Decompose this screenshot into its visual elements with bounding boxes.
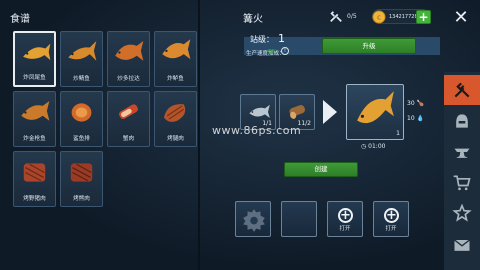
roast-leg-icon <box>163 104 186 122</box>
plus-circle-icon: + <box>384 208 399 223</box>
fish-perch-icon <box>162 39 191 60</box>
recipe-card-tuna[interactable]: 炸金枪鱼 <box>13 91 56 147</box>
helmet-icon <box>456 114 468 128</box>
empty-slot[interactable] <box>281 201 317 237</box>
open-slot-2[interactable]: + 打开 <box>373 201 409 237</box>
food-icon: 🍗 <box>416 100 425 107</box>
station-title: 篝火 <box>243 14 263 25</box>
recipe-card-roast-leg[interactable]: 烤腿肉 <box>154 91 197 147</box>
upgrade-button[interactable]: 升级 <box>322 38 416 54</box>
station-level-value: 1 <box>278 32 285 45</box>
star-person-icon <box>452 204 472 222</box>
cart-icon <box>453 175 471 191</box>
plus-circle-icon: + <box>338 208 353 223</box>
clock-icon: ◷ <box>361 143 367 150</box>
tab-mail[interactable] <box>444 230 480 260</box>
recipe-label: 炸鲈鱼 <box>167 76 184 82</box>
recipe-card-dorado[interactable]: 炒多拉达 <box>107 31 150 87</box>
fish-tuna-icon <box>21 100 50 121</box>
panel-divider <box>198 0 200 270</box>
water-value: 10 <box>407 115 415 122</box>
fish-mackerel-icon <box>68 40 97 61</box>
coin-bar: c 1342177280 + <box>372 9 431 24</box>
tools-icon <box>330 11 342 22</box>
watermark: www.86ps.com <box>212 124 302 137</box>
close-button[interactable]: ✕ <box>451 8 471 28</box>
open-label: 打开 <box>385 226 397 232</box>
info-icon[interactable]: ! <box>281 47 289 55</box>
result-slot[interactable]: 1 <box>346 84 404 140</box>
recipe-card-fried-anchovy[interactable]: 炸凤尾鱼 <box>13 31 56 87</box>
recipe-label: 蟹肉 <box>122 136 135 142</box>
tab-anvil[interactable] <box>444 137 480 167</box>
crab-meat-icon <box>119 104 138 119</box>
tab-crafting[interactable] <box>444 75 480 105</box>
boar-steak-icon <box>23 163 46 182</box>
recipe-card-bear-steak[interactable]: 烤熊肉 <box>60 151 103 207</box>
fish-fried-icon <box>23 43 51 61</box>
recipes-title: 食谱 <box>10 14 30 25</box>
station-level-label: 站级： <box>250 35 274 44</box>
recipe-label: 烤熊肉 <box>73 196 90 202</box>
recipe-card-perch[interactable]: 炸鲈鱼 <box>154 31 197 87</box>
fried-fish-icon <box>357 91 394 124</box>
open-label: 打开 <box>339 226 351 232</box>
tools-counter: 0/5 <box>329 10 365 24</box>
gear-slot[interactable] <box>235 201 271 237</box>
tab-shop[interactable] <box>444 168 480 198</box>
recipe-card-shark-steak[interactable]: 鲨鱼排 <box>60 91 103 147</box>
fish-dorado-icon <box>115 40 144 61</box>
gear-icon <box>243 209 265 232</box>
tab-character[interactable] <box>444 106 480 136</box>
recipe-label: 炸金枪鱼 <box>23 136 46 142</box>
create-button[interactable]: 创建 <box>284 162 358 177</box>
svg-text:c: c <box>377 14 381 22</box>
bear-steak-icon <box>70 163 93 182</box>
craft-arrow-icon <box>323 100 337 124</box>
craft-timer: ◷ 01:00 <box>361 143 385 150</box>
hammer-wrench-icon <box>454 82 470 98</box>
water-drop-icon: 💧 <box>416 115 425 122</box>
anvil-icon <box>454 148 470 158</box>
food-stat: 30 🍗 <box>407 100 424 107</box>
recipe-label: 炒多拉达 <box>117 76 140 82</box>
recipe-label: 烤野猪肉 <box>23 196 46 202</box>
food-value: 30 <box>407 100 415 107</box>
recipe-label: 炸凤尾鱼 <box>23 75 46 81</box>
recipe-label: 炒鲭鱼 <box>73 76 90 82</box>
result-count: 1 <box>396 130 400 137</box>
recipe-card-boar-steak[interactable]: 烤野猪肉 <box>13 151 56 207</box>
recipe-label: 鲨鱼排 <box>73 136 90 142</box>
water-stat: 10 💧 <box>407 115 424 122</box>
speed-bonus-value: 0% <box>268 49 277 55</box>
add-coins-button[interactable]: + <box>416 10 431 24</box>
craft-timer-value: 01:00 <box>368 143 386 150</box>
shark-steak-icon <box>71 103 92 122</box>
recipe-label: 烤腿肉 <box>167 136 184 142</box>
open-slot-1[interactable]: + 打开 <box>327 201 363 237</box>
tab-perks[interactable] <box>444 199 480 229</box>
recipe-card-mackerel[interactable]: 炒鲭鱼 <box>60 31 103 87</box>
recipe-card-crab-meat[interactable]: 蟹肉 <box>107 91 150 147</box>
speed-bonus-label: 生产速度加成： <box>246 51 285 57</box>
tools-count-value: 0/5 <box>347 13 357 20</box>
coin-icon: c <box>372 10 386 24</box>
mail-icon <box>454 239 470 251</box>
